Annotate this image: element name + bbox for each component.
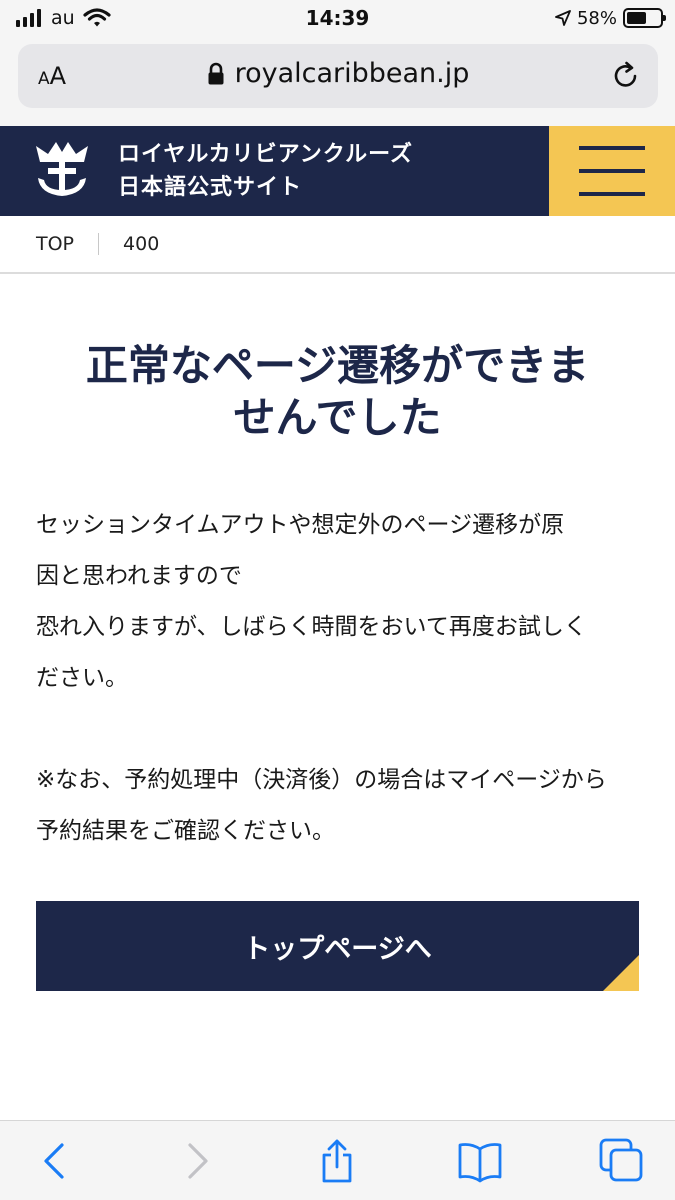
breadcrumb-current: 400 [123,233,160,255]
crown-anchor-logo[interactable] [30,138,94,202]
page-title-line-1: 正常なページ遷移ができま [85,341,590,390]
brand-line-2: 日本語公式サイト [118,175,303,200]
tabs-icon[interactable] [598,1137,646,1185]
brand-name[interactable]: ロイヤルカリビアンクルーズ 日本語公式サイト [118,138,413,204]
brand-line-1: ロイヤルカリビアンクルーズ [118,142,414,167]
back-icon[interactable] [32,1137,80,1185]
address-bar[interactable]: AA royalcaribbean.jp [18,44,658,108]
message-line: 恐れ入りますが、しばらく時間をおいて再度お試しく [36,614,587,640]
share-icon[interactable] [313,1137,361,1185]
status-bar: au 14:39 58% [0,0,675,36]
status-right: 58% [555,7,666,29]
forward-icon[interactable] [172,1137,220,1185]
page-title: 正常なページ遷移ができま せんでした [30,340,645,444]
browser-chrome-top: AA royalcaribbean.jp [0,36,675,126]
battery-icon [623,8,666,28]
message-line: 因と思われますので [36,563,242,589]
url-text[interactable]: royalcaribbean.jp [235,58,470,89]
lock-icon [208,62,224,84]
page-title-line-2: せんでした [233,393,442,442]
breadcrumb-top-link[interactable]: TOP [36,233,74,255]
location-arrow-icon [555,10,571,26]
note-line: ※なお、予約処理中（決済後）の場合はマイページから [36,767,607,793]
error-message: セッションタイムアウトや想定外のページ遷移が原 因と思われますので 恐れ入ります… [36,500,641,857]
button-corner-accent [603,955,639,991]
message-line: セッションタイムアウトや想定外のページ遷移が原 [36,512,565,538]
top-page-button-label[interactable]: トップページへ [243,927,431,966]
battery-percentage: 58% [576,7,617,29]
bookmarks-icon[interactable] [456,1137,504,1185]
reload-icon[interactable] [608,58,644,94]
breadcrumb: TOP 400 [0,216,675,274]
menu-button[interactable] [549,126,675,216]
site-header: ロイヤルカリビアンクルーズ 日本語公式サイト [0,126,675,216]
battery-fill [627,12,646,24]
breadcrumb-separator [98,233,100,255]
message-line: ださい。 [36,665,128,691]
note-line: 予約結果をご確認ください。 [36,818,335,844]
url-display[interactable]: royalcaribbean.jp [18,58,658,89]
browser-toolbar [0,1120,675,1200]
top-page-button[interactable]: トップページへ [36,901,639,991]
